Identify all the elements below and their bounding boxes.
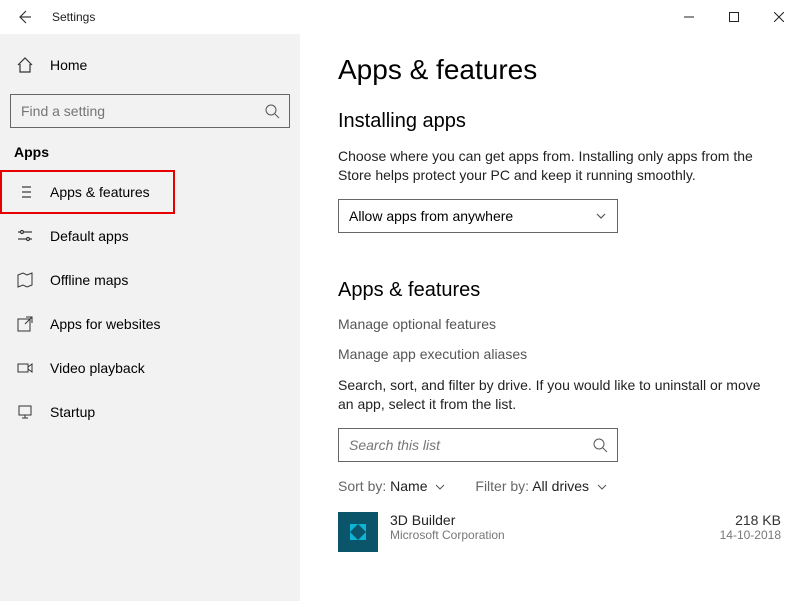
open-icon (14, 315, 36, 333)
app-info: 3D Builder Microsoft Corporation (390, 512, 720, 542)
sidebar-section-label: Apps (14, 144, 300, 160)
installing-heading: Installing apps (338, 110, 791, 133)
chevron-down-icon (595, 210, 607, 222)
home-label: Home (50, 57, 87, 73)
sidebar-item-offline-maps[interactable]: Offline maps (0, 258, 300, 302)
home-icon (14, 56, 36, 74)
apps-heading: Apps & features (338, 279, 791, 302)
app-list-item[interactable]: 3D Builder Microsoft Corporation 218 KB … (338, 512, 791, 552)
map-icon (14, 271, 36, 289)
optional-features-link[interactable]: Manage optional features (338, 316, 791, 332)
page-title: Apps & features (338, 54, 791, 86)
install-source-dropdown[interactable]: Allow apps from anywhere (338, 199, 618, 233)
close-button[interactable] (756, 2, 801, 32)
app-name: 3D Builder (390, 512, 720, 528)
startup-icon (14, 403, 36, 421)
app-icon (338, 512, 378, 552)
sidebar-item-label: Apps & features (50, 184, 150, 200)
main-pane: Apps & features Installing apps Choose w… (300, 34, 801, 601)
defaults-icon (14, 227, 36, 245)
execution-aliases-link[interactable]: Manage app execution aliases (338, 346, 791, 362)
settings-search-input[interactable] (11, 103, 255, 119)
sidebar-item-label: Video playback (50, 360, 145, 376)
home-link[interactable]: Home (0, 46, 300, 84)
content: Home Apps Apps & features Default apps (0, 34, 801, 601)
sidebar-item-label: Offline maps (50, 272, 128, 288)
minimize-button[interactable] (666, 2, 711, 32)
back-button[interactable] (8, 1, 40, 33)
sidebar-item-video-playback[interactable]: Video playback (0, 346, 300, 390)
sidebar-item-startup[interactable]: Startup (0, 390, 300, 434)
sidebar-item-apps-websites[interactable]: Apps for websites (0, 302, 300, 346)
filter-dropdown[interactable]: All drives (532, 478, 607, 494)
sort-value: Name (390, 478, 427, 494)
video-icon (14, 359, 36, 377)
maximize-button[interactable] (711, 2, 756, 32)
sidebar-item-label: Apps for websites (50, 316, 161, 332)
app-size: 218 KB (720, 512, 781, 528)
filter-value: All drives (532, 478, 589, 494)
sort-dropdown[interactable]: Name (390, 478, 445, 494)
app-publisher: Microsoft Corporation (390, 528, 720, 542)
sidebar-item-apps-features[interactable]: Apps & features (0, 170, 175, 214)
sidebar: Home Apps Apps & features Default apps (0, 34, 300, 601)
sort-filter-row: Sort by: Name Filter by: All drives (338, 478, 791, 494)
search-icon (255, 103, 289, 119)
filter-label: Filter by: (475, 478, 529, 494)
app-meta: 218 KB 14-10-2018 (720, 512, 781, 542)
sidebar-item-label: Startup (50, 404, 95, 420)
list-icon (14, 183, 36, 201)
window-controls (666, 2, 801, 32)
settings-search-wrap (10, 94, 290, 128)
titlebar: Settings (0, 0, 801, 34)
settings-search[interactable] (10, 94, 290, 128)
dropdown-value: Allow apps from anywhere (349, 208, 513, 224)
app-list-search[interactable] (338, 428, 618, 462)
installing-desc: Choose where you can get apps from. Inst… (338, 147, 778, 185)
apps-desc: Search, sort, and filter by drive. If yo… (338, 376, 778, 414)
search-icon (583, 437, 617, 453)
sidebar-item-default-apps[interactable]: Default apps (0, 214, 300, 258)
app-date: 14-10-2018 (720, 528, 781, 542)
sidebar-item-label: Default apps (50, 228, 129, 244)
app-list-search-input[interactable] (339, 437, 583, 453)
sort-label: Sort by: (338, 478, 386, 494)
window-title: Settings (52, 10, 95, 24)
